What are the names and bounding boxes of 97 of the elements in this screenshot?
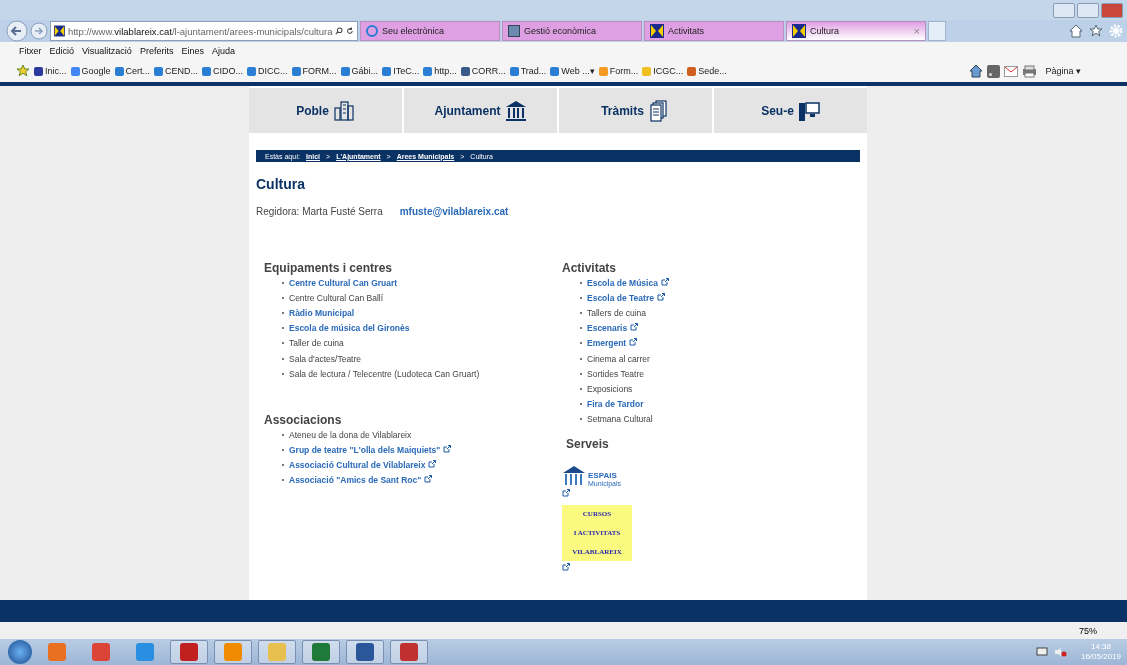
- favorite-link[interactable]: DICC...: [247, 66, 288, 76]
- favorite-link[interactable]: CEND...: [154, 66, 199, 76]
- clock-date: 16/05/2019: [1080, 652, 1121, 662]
- favorite-link[interactable]: ICGC...: [642, 66, 684, 76]
- list-item: Cinema al carrer: [587, 353, 650, 364]
- computer-icon: [797, 99, 820, 122]
- muted-speaker-icon[interactable]: [1053, 647, 1067, 657]
- list-link[interactable]: Grup de teatre "L'olla dels Maiquiets": [289, 445, 452, 456]
- external-link-icon: [424, 475, 433, 484]
- refresh-icon[interactable]: [346, 26, 354, 36]
- nav-tab[interactable]: Ajuntament: [404, 88, 557, 133]
- list-item: Sala de lectura / Telecentre (Ludoteca Can Gruart): [289, 368, 480, 379]
- list-link[interactable]: Escola de música del Gironès: [289, 323, 410, 334]
- window-controls-drawing: [1053, 3, 1123, 18]
- forward-icon[interactable]: [30, 22, 48, 40]
- star-icon[interactable]: [1089, 24, 1103, 38]
- favorite-link[interactable]: Gábi...: [340, 66, 379, 76]
- external-link-icon: [629, 338, 638, 347]
- section-heading: Activitats: [562, 261, 618, 275]
- favorite-link[interactable]: FORM...: [291, 66, 337, 76]
- list-link[interactable]: Associació "Amics de Sant Roc": [289, 475, 433, 486]
- favorite-link[interactable]: Form...: [598, 66, 639, 76]
- home-icon[interactable]: [1069, 24, 1083, 38]
- page-menu-button[interactable]: Pàgina ▾: [1045, 66, 1081, 76]
- favorite-link[interactable]: CIDO...: [202, 66, 244, 76]
- list-item: Sortides Teatre: [587, 368, 644, 379]
- tab-label: Cultura: [810, 26, 840, 36]
- list-link[interactable]: Fira de Tardor: [587, 399, 644, 410]
- favorite-link[interactable]: Cert...: [114, 66, 151, 76]
- star-icon[interactable]: [16, 64, 30, 78]
- external-link-icon: [660, 277, 669, 286]
- section-heading: Serveis: [566, 436, 610, 451]
- list-item: Tallers de cuina: [587, 307, 647, 318]
- printer-icon[interactable]: [1022, 64, 1038, 78]
- browser-tab[interactable]: Cultura ×: [786, 21, 926, 41]
- zoom-level-button[interactable]: 75%: [1079, 625, 1097, 636]
- favorite-link[interactable]: Sede...: [687, 66, 727, 76]
- external-link-icon: [562, 488, 570, 497]
- browser-tab[interactable]: Gestió econòmica: [502, 21, 642, 41]
- external-link-icon: [630, 323, 639, 332]
- list-item: Setmana Cultural: [587, 414, 653, 425]
- menu-item[interactable]: Fitxer: [19, 46, 42, 56]
- list-link[interactable]: Escola de Música: [587, 277, 669, 288]
- list-item: Exposicions: [587, 383, 633, 394]
- favorite-link[interactable]: ITeC...: [382, 66, 420, 76]
- tab-label: Gestió econòmica: [524, 26, 598, 36]
- browser-tab[interactable]: Activitats: [644, 21, 784, 41]
- search-icon[interactable]: [335, 26, 344, 36]
- external-link-icon: [656, 292, 665, 301]
- external-link-icon: [443, 445, 452, 454]
- home-icon[interactable]: [969, 64, 984, 78]
- tab-label: Seu electrònica: [382, 26, 446, 36]
- list-link[interactable]: Ràdio Municipal: [289, 307, 355, 318]
- list-link[interactable]: Escenaris: [587, 323, 639, 334]
- tab-label: Activitats: [668, 26, 705, 36]
- favorite-link[interactable]: Inic...: [34, 66, 67, 76]
- nav-tab[interactable]: Tràmits: [559, 88, 712, 133]
- network-icon[interactable]: [1035, 647, 1048, 657]
- list-link[interactable]: Associació Cultural de Vilablareix: [289, 460, 437, 471]
- start-button[interactable]: [8, 640, 32, 664]
- site-logo-icon: [650, 24, 664, 38]
- columned-building-icon: [504, 99, 527, 122]
- favorite-link[interactable]: Trad...: [509, 66, 547, 76]
- section-heading: Equipaments i centres: [264, 261, 394, 275]
- councillor-name: Regidora: Marta Fusté Serra: [256, 206, 383, 217]
- list-link[interactable]: Emergent: [587, 338, 638, 349]
- menu-item[interactable]: Edició: [49, 46, 74, 56]
- e-logo-icon: [366, 25, 378, 37]
- list-link[interactable]: Escola de Teatre: [587, 292, 665, 303]
- page-title: Cultura: [256, 176, 306, 192]
- clock-time: 14:38: [1090, 642, 1111, 652]
- menu-item[interactable]: Preferits: [139, 46, 174, 56]
- back-icon[interactable]: [6, 20, 28, 42]
- nav-tab[interactable]: Seu-e: [714, 88, 867, 133]
- list-item: Ateneu de la dona de Vilablareix: [289, 429, 412, 440]
- documents-icon: [647, 99, 670, 122]
- favorite-link[interactable]: Web ...▾: [550, 66, 595, 76]
- menu-item[interactable]: Ajuda: [211, 46, 235, 56]
- site-logo-icon: [792, 24, 806, 38]
- favorite-link[interactable]: Google: [70, 66, 111, 76]
- site-logo-icon: [54, 24, 65, 38]
- list-item: Taller de cuina: [289, 338, 344, 349]
- favorite-link[interactable]: http...: [423, 66, 457, 76]
- buildings-icon: [332, 99, 355, 122]
- menu-item[interactable]: Visualització: [82, 46, 132, 56]
- list-item: Centre Cultural Can Ballí: [289, 292, 383, 303]
- external-link-icon: [428, 460, 437, 469]
- list-link[interactable]: Centre Cultural Can Gruart: [289, 277, 398, 288]
- browser-tab[interactable]: Seu electrònica: [360, 21, 500, 41]
- favorite-link[interactable]: CORR...: [460, 66, 506, 76]
- external-link-icon: [562, 562, 570, 571]
- menu-item[interactable]: Eines: [181, 46, 204, 56]
- address-field[interactable]: http://www.vilablareix.cat/l-ajuntament/arees-municipals/cultura: [50, 21, 358, 41]
- email-link[interactable]: mfuste@vilablareix.cat: [399, 206, 509, 217]
- list-item: Sala d'actes/Teatre: [289, 353, 362, 364]
- nav-tab[interactable]: Poble: [249, 88, 402, 133]
- section-heading: Associacions: [264, 413, 343, 428]
